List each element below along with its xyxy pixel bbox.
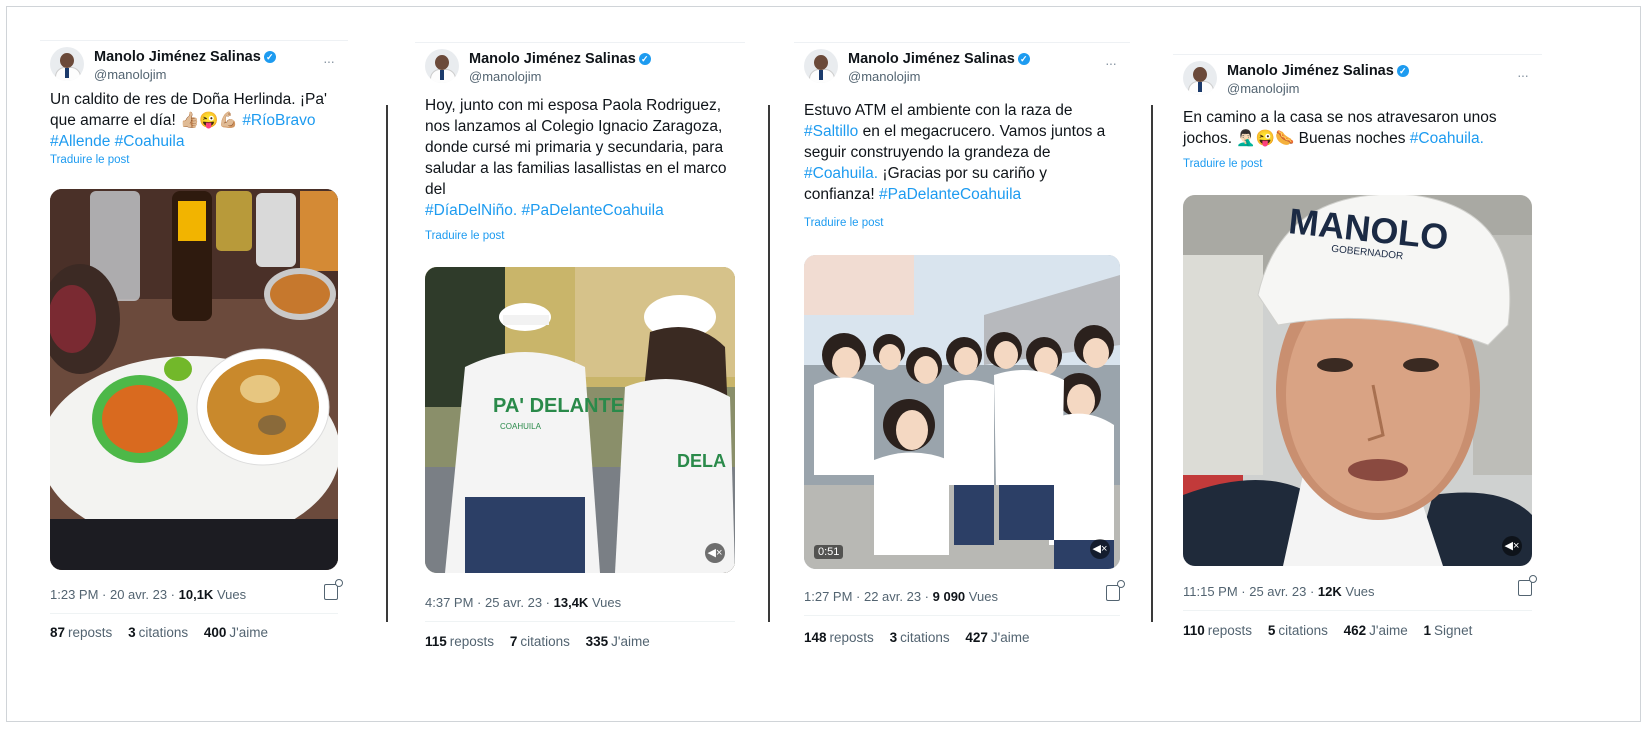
reposts-count[interactable]: 87 reposts xyxy=(50,625,112,640)
more-options-icon[interactable]: ··· xyxy=(323,53,335,69)
author-handle[interactable]: @manolojim xyxy=(848,69,920,84)
crowd-photo-image xyxy=(804,255,1120,569)
author-name[interactable]: Manolo Jiménez Salinas ✓ xyxy=(469,51,651,67)
tweet-video[interactable]: PA' DELANTE COAHUILA DELA ◀× xyxy=(425,267,735,573)
tweet-text: Estuvo ATM el ambiente con la raza de #S… xyxy=(804,102,1106,203)
reposts-count[interactable]: 148 reposts xyxy=(804,630,874,645)
divider xyxy=(425,621,735,622)
tweet-photo[interactable] xyxy=(50,189,338,570)
avatar[interactable] xyxy=(425,49,459,83)
mute-icon[interactable]: ◀× xyxy=(1090,539,1110,559)
author-name[interactable]: Manolo Jiménez Salinas ✓ xyxy=(1227,63,1409,79)
soup-photo-image xyxy=(50,189,338,570)
verified-badge-icon: ✓ xyxy=(638,53,651,65)
tweet-timestamp[interactable]: 4:37 PM · 25 avr. 23 · 13,4K Vues xyxy=(425,595,621,610)
verified-badge-icon: ✓ xyxy=(1396,65,1409,77)
tweet-card[interactable]: Manolo Jiménez Salinas ✓ @manolojim ··· U… xyxy=(40,40,348,655)
quotes-count[interactable]: 5 citations xyxy=(1268,623,1328,638)
author-name[interactable]: Manolo Jiménez Salinas ✓ xyxy=(848,51,1030,67)
engagement-stats: 110 reposts 5 citations 462 J'aime 1 Signet xyxy=(1183,623,1484,638)
tweet-card[interactable]: Manolo Jiménez Salinas ✓ @manolojim Hoy, … xyxy=(415,42,745,656)
column-separator xyxy=(386,105,388,622)
engagement-stats: 87 reposts 3 citations 400 J'aime xyxy=(50,625,280,640)
mute-icon[interactable]: ◀× xyxy=(705,543,725,563)
selfie-image: MANOLO GOBERNADOR xyxy=(1183,195,1532,566)
hashtag-link[interactable]: #Coahuila. xyxy=(1410,130,1484,147)
divider xyxy=(50,613,338,614)
verified-badge-icon: ✓ xyxy=(1017,53,1030,65)
tweet-header: Manolo Jiménez Salinas ✓ @manolojim ··· xyxy=(804,49,1124,93)
tweet-header: Manolo Jiménez Salinas ✓ @manolojim xyxy=(425,49,739,93)
engagement-stats: 148 reposts 3 citations 427 J'aime xyxy=(804,630,1042,645)
tweet-text: En camino a la casa se nos atravesaron u… xyxy=(1183,109,1497,147)
quotes-count[interactable]: 3 citations xyxy=(128,625,188,640)
bookmarks-count[interactable]: 1 Signet xyxy=(1424,623,1473,638)
likes-count[interactable]: 427 J'aime xyxy=(965,630,1029,645)
engagement-stats: 115 reposts 7 citations 335 J'aime xyxy=(425,634,662,649)
post-analytics-icon[interactable] xyxy=(1518,575,1537,596)
hashtag-link[interactable]: #PaDelanteCoahuila xyxy=(879,186,1021,203)
video-duration: 0:51 xyxy=(814,545,844,559)
translate-link[interactable]: Traduire le post xyxy=(1183,158,1262,170)
author-handle[interactable]: @manolojim xyxy=(1227,81,1299,96)
shirt-text: DELA xyxy=(677,451,726,471)
quotes-count[interactable]: 7 citations xyxy=(510,634,570,649)
verified-badge-icon: ✓ xyxy=(263,51,276,63)
tweet-text: Un caldito de res de Doña Herlinda. ¡Pa'… xyxy=(50,91,327,150)
tweet-timestamp[interactable]: 1:23 PM · 20 avr. 23 · 10,1K Vues xyxy=(50,587,246,602)
translate-link[interactable]: Traduire le post xyxy=(804,217,883,229)
hashtag-link[interactable]: #DíaDelNiño. xyxy=(425,202,517,219)
more-options-icon[interactable]: ··· xyxy=(1105,55,1117,71)
mute-icon[interactable]: ◀× xyxy=(1502,536,1522,556)
post-analytics-icon[interactable] xyxy=(324,579,343,600)
shirt-text: PA' DELANTE xyxy=(493,395,624,417)
tweet-timestamp[interactable]: 11:15 PM · 25 avr. 23 · 12K Vues xyxy=(1183,584,1375,599)
more-options-icon[interactable]: ··· xyxy=(1517,67,1529,83)
avatar[interactable] xyxy=(1183,61,1217,95)
school-visit-image: PA' DELANTE COAHUILA DELA xyxy=(425,267,735,573)
tweet-header: Manolo Jiménez Salinas ✓ @manolojim ··· xyxy=(1183,61,1536,105)
likes-count[interactable]: 400 J'aime xyxy=(204,625,268,640)
hashtag-link[interactable]: #Saltillo xyxy=(804,123,858,140)
avatar[interactable] xyxy=(804,49,838,83)
tweet-video[interactable]: MANOLO GOBERNADOR ◀× xyxy=(1183,195,1532,566)
column-separator xyxy=(768,105,770,622)
divider xyxy=(1183,610,1532,611)
tweet-text: Hoy, junto con mi esposa Paola Rodriguez… xyxy=(425,97,727,219)
likes-count[interactable]: 462 J'aime xyxy=(1344,623,1408,638)
tweet-card[interactable]: Manolo Jiménez Salinas ✓ @manolojim ··· E… xyxy=(1173,54,1542,654)
quotes-count[interactable]: 3 citations xyxy=(890,630,950,645)
avatar[interactable] xyxy=(50,47,84,81)
tweet-card[interactable]: Manolo Jiménez Salinas ✓ @manolojim ··· E… xyxy=(794,42,1130,656)
hashtag-link[interactable]: #Allende xyxy=(50,133,110,150)
reposts-count[interactable]: 110 reposts xyxy=(1183,623,1252,638)
author-handle[interactable]: @manolojim xyxy=(94,67,166,82)
hashtag-link[interactable]: #PaDelanteCoahuila xyxy=(522,202,664,219)
column-separator xyxy=(1151,105,1153,622)
translate-link[interactable]: Traduire le post xyxy=(425,230,504,242)
reposts-count[interactable]: 115 reposts xyxy=(425,634,494,649)
author-handle[interactable]: @manolojim xyxy=(469,69,541,84)
tweet-timestamp[interactable]: 1:27 PM · 22 avr. 23 · 9 090 Vues xyxy=(804,589,998,604)
tweet-header: Manolo Jiménez Salinas ✓ @manolojim ··· xyxy=(50,47,342,91)
author-name[interactable]: Manolo Jiménez Salinas ✓ xyxy=(94,49,276,65)
shirt-subtext: COAHUILA xyxy=(500,422,542,431)
divider xyxy=(804,615,1120,616)
likes-count[interactable]: 335 J'aime xyxy=(586,634,650,649)
tweet-video[interactable]: 0:51 ◀× xyxy=(804,255,1120,569)
hashtag-link[interactable]: #Coahuila. xyxy=(804,165,878,182)
translate-link[interactable]: Traduire le post xyxy=(50,154,129,166)
hashtag-link[interactable]: #RíoBravo xyxy=(242,112,315,129)
post-analytics-icon[interactable] xyxy=(1106,580,1125,601)
hashtag-link[interactable]: #Coahuila xyxy=(115,133,185,150)
